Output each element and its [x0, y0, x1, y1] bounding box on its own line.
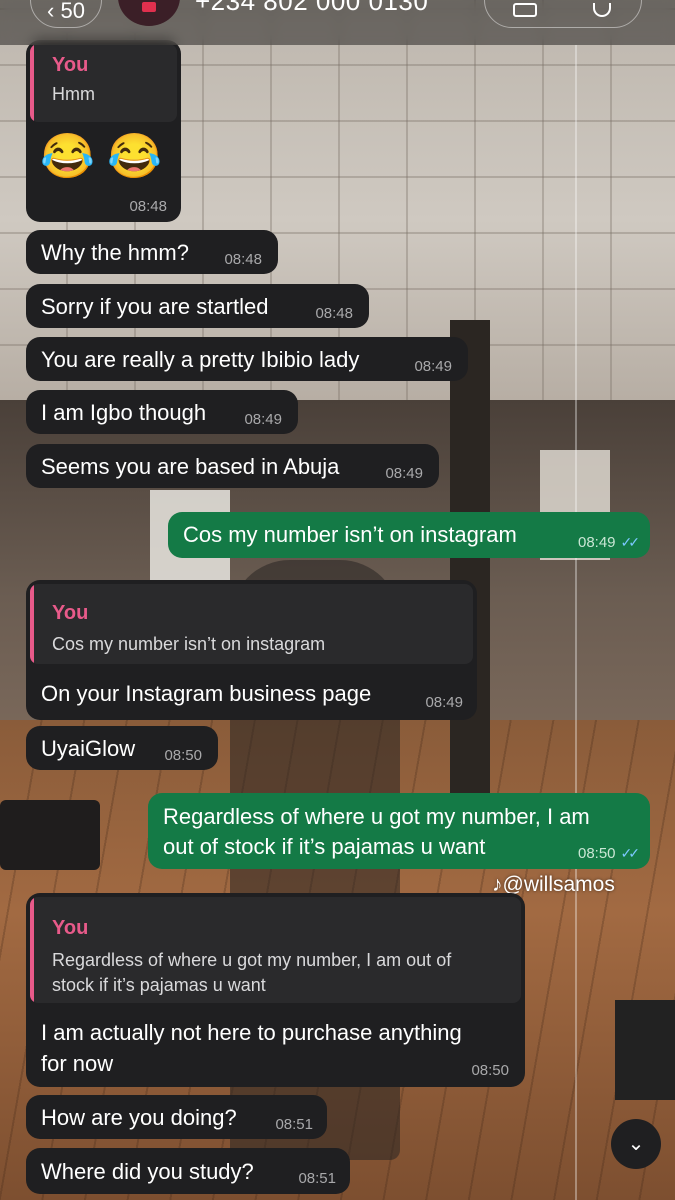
message-bubble[interactable]: You are really a pretty Ibibio lady 08:4…: [26, 337, 468, 381]
message-text: You are really a pretty Ibibio lady: [41, 347, 360, 372]
reply-text-line: Regardless of where u got my number, I a…: [52, 950, 452, 970]
message-time: 08:50 ✓✓: [577, 845, 641, 862]
reply-author: You: [52, 54, 89, 76]
emoji-message: 😂 😂: [40, 132, 162, 181]
message-time: 08:51: [275, 1116, 313, 1133]
back-button[interactable]: ‹ 50: [30, 0, 102, 28]
reply-quote[interactable]: You Hmm: [30, 44, 177, 122]
wallpaper-bench: [615, 1000, 675, 1100]
message-text: UyaiGlow: [41, 736, 136, 761]
message-text-line: Regardless of where u got my number, I a…: [163, 804, 590, 829]
message-time: 08:51: [298, 1170, 336, 1187]
message-text: Why the hmm?: [41, 240, 189, 265]
message-bubble-outgoing[interactable]: Regardless of where u got my number, I a…: [148, 793, 650, 869]
message-text: On your Instagram business page: [41, 681, 372, 706]
wallpaper-pillar: [450, 320, 490, 820]
message-time-text: 08:49: [577, 534, 616, 551]
message-text: How are you doing?: [41, 1105, 237, 1130]
wallpaper-mirror-edge: [575, 45, 577, 1200]
message-time-text: 08:50: [577, 845, 616, 862]
reply-text-line: stock if it’s pajamas u want: [52, 975, 266, 995]
reply-quote[interactable]: You Regardless of where u got my number,…: [30, 897, 521, 1003]
message-text: Cos my number isn’t on instagram: [183, 522, 517, 547]
message-time: 08:50: [164, 747, 202, 764]
reply-author: You: [52, 602, 89, 624]
call-actions: [484, 0, 642, 28]
message-bubble[interactable]: You Regardless of where u got my number,…: [26, 893, 525, 1087]
reply-text: Cos my number isn’t on instagram: [52, 634, 326, 654]
message-time: 08:49: [385, 465, 423, 482]
double-check-icon: ✓✓: [620, 534, 641, 550]
message-bubble[interactable]: UyaiGlow 08:50: [26, 726, 218, 770]
wallpaper-step-platform: [0, 800, 100, 870]
contact-avatar[interactable]: [118, 0, 180, 26]
double-check-icon: ✓✓: [620, 845, 641, 861]
message-text: I am Igbo though: [41, 400, 207, 425]
message-bubble[interactable]: How are you doing? 08:51: [26, 1095, 327, 1139]
message-text-line: out of stock if it’s pajamas u want: [163, 834, 486, 859]
phone-icon[interactable]: [593, 3, 611, 17]
contact-phone[interactable]: +234 802 000 0130: [195, 0, 428, 17]
message-text: Seems you are based in Abuja: [41, 454, 340, 479]
message-time: 08:49: [244, 411, 282, 428]
reply-text: Hmm: [52, 84, 95, 104]
message-time: 08:49: [414, 358, 452, 375]
reply-author: You: [52, 917, 89, 939]
reply-quote[interactable]: You Cos my number isn’t on instagram: [30, 584, 473, 664]
message-text-line: for now: [41, 1051, 114, 1076]
scroll-to-bottom-button[interactable]: ⌄: [611, 1119, 661, 1169]
message-time: 08:48: [129, 198, 167, 215]
chat-header: ‹ 50 +234 802 000 0130: [0, 0, 675, 45]
message-bubble[interactable]: Why the hmm? 08:48: [26, 230, 278, 274]
unread-count: 50: [60, 0, 85, 23]
message-bubble[interactable]: Where did you study? 08:51: [26, 1148, 350, 1194]
message-time: 08:48: [315, 305, 353, 322]
video-call-icon[interactable]: [513, 3, 537, 17]
chevron-left-icon: ‹: [47, 0, 55, 23]
message-bubble[interactable]: Seems you are based in Abuja 08:49: [26, 444, 439, 488]
message-text: Where did you study?: [41, 1159, 254, 1184]
message-time: 08:49 ✓✓: [577, 534, 641, 551]
message-time: 08:49: [425, 694, 463, 711]
message-bubble[interactable]: You Hmm 😂 😂 08:48: [26, 40, 181, 222]
message-bubble[interactable]: Sorry if you are startled 08:48: [26, 284, 369, 328]
message-bubble[interactable]: I am Igbo though 08:49: [26, 390, 298, 434]
message-bubble-outgoing[interactable]: Cos my number isn’t on instagram 08:49 ✓✓: [168, 512, 650, 558]
message-time: 08:48: [224, 251, 262, 268]
message-time: 08:50: [471, 1062, 509, 1079]
chevron-down-icon: ⌄: [627, 1133, 645, 1155]
message-text-line: I am actually not here to purchase anyth…: [41, 1020, 462, 1045]
message-text: Sorry if you are startled: [41, 294, 269, 319]
message-bubble[interactable]: You Cos my number isn’t on instagram On …: [26, 580, 477, 720]
